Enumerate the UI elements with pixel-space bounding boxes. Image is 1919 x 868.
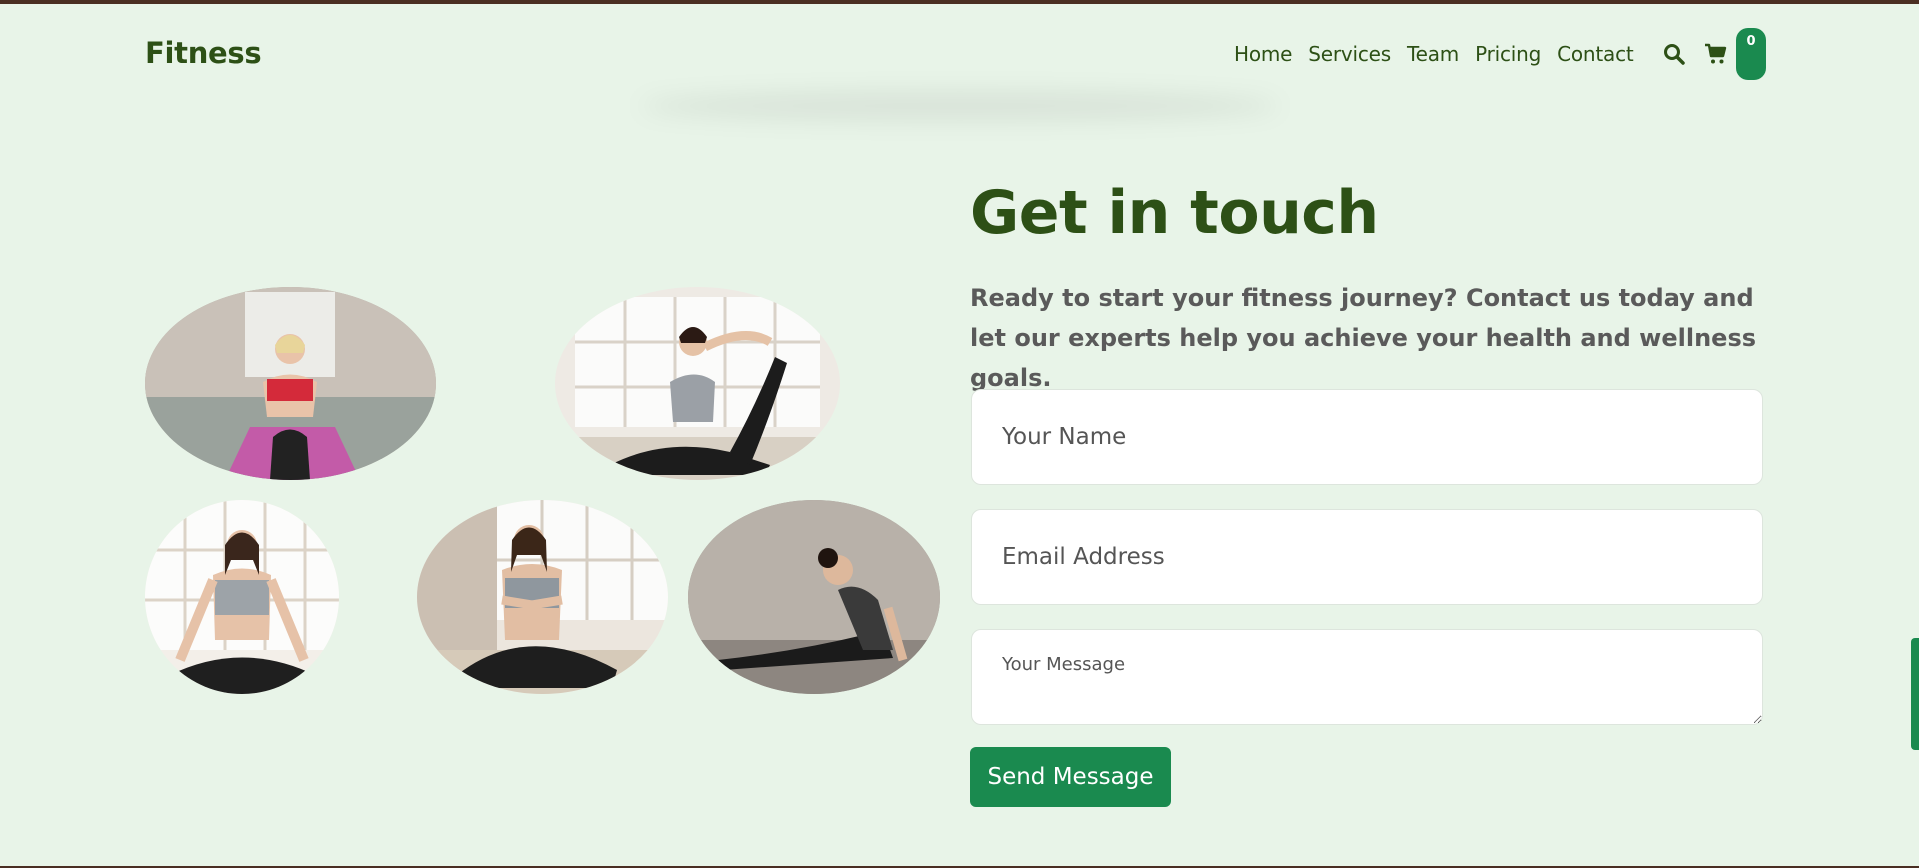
cart-count-badge[interactable]: 0 <box>1736 28 1766 80</box>
photo-pigeon-pose <box>555 287 840 480</box>
photo-lotus-meditation <box>145 500 339 694</box>
contact-title: Get in touch <box>970 178 1379 248</box>
name-field[interactable] <box>971 389 1763 485</box>
scroll-indicator[interactable] <box>1911 638 1919 750</box>
nav-team[interactable]: Team <box>1407 42 1459 66</box>
brand-logo[interactable]: Fitness <box>145 36 262 70</box>
photo-seated-twist <box>417 500 668 694</box>
nav-contact[interactable]: Contact <box>1557 42 1634 66</box>
cart-icon[interactable] <box>1704 42 1728 66</box>
contact-lead: Ready to start your fitness journey? Con… <box>970 284 1757 392</box>
message-field[interactable] <box>971 629 1763 725</box>
photo-cobra-pose <box>688 500 940 694</box>
top-border <box>0 0 1919 4</box>
main-nav: Home Services Team Pricing Contact <box>1234 42 1634 66</box>
nav-home[interactable]: Home <box>1234 42 1292 66</box>
nav-pricing[interactable]: Pricing <box>1475 42 1541 66</box>
search-icon[interactable] <box>1662 42 1686 66</box>
photo-crunches <box>145 287 436 480</box>
email-field[interactable] <box>971 509 1763 605</box>
header-shadow <box>640 92 1280 120</box>
nav-services[interactable]: Services <box>1308 42 1391 66</box>
send-message-button[interactable]: Send Message <box>970 747 1171 807</box>
